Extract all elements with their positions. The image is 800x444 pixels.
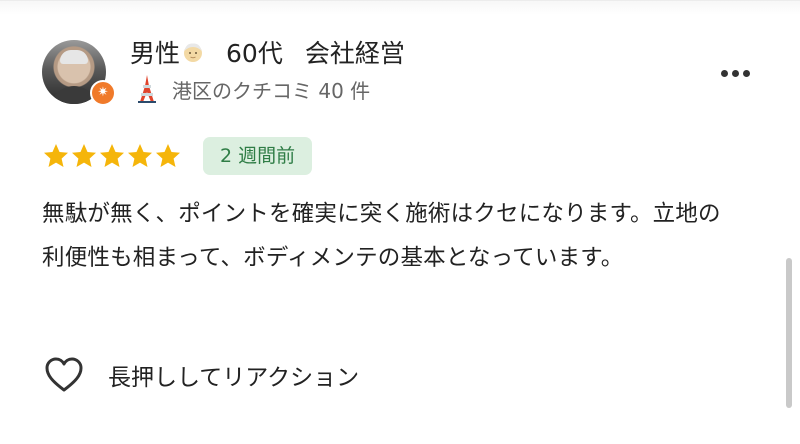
scrollbar[interactable] (786, 258, 792, 408)
user-occupation: 会社経営 (304, 39, 405, 68)
star-icon (72, 144, 96, 167)
more-options-button[interactable] (712, 58, 758, 88)
heart-icon (45, 357, 83, 392)
more-dot-icon (731, 69, 739, 77)
avatar[interactable]: ✷ (42, 40, 116, 106)
more-dot-icon (742, 69, 750, 77)
star-icon (128, 144, 152, 167)
review-card: ✷ 男性 60代 会社経営 港区のクチコミ 40 件 2 週間前 無駄が無く、ポ… (0, 0, 800, 444)
user-age: 60代 (226, 39, 283, 68)
user-area: 港区のクチコミ 40 件 (134, 74, 370, 104)
area-review-count: 港区のクチコミ 40 件 (172, 78, 371, 103)
tokyo-tower-icon (138, 75, 156, 103)
star-icon (100, 144, 124, 167)
reaction-label: 長押ししてリアクション (108, 365, 360, 391)
review-text: 無駄が無く、ポイントを確実に突く施術はクセになります。立地の利便性も相まって、ボ… (42, 201, 721, 271)
reaction-button[interactable]: 長押ししてリアクション (44, 356, 359, 394)
time-badge: 2 週間前 (203, 137, 313, 175)
user-info: 男性 60代 会社経営 (130, 34, 405, 70)
star-icon (44, 144, 68, 167)
star-icon (156, 144, 180, 167)
star-badge-icon: ✷ (90, 80, 116, 106)
more-dot-icon (720, 69, 728, 77)
user-gender: 男性 (130, 39, 181, 68)
elderly-face-icon (184, 43, 203, 62)
star-rating (42, 142, 182, 170)
